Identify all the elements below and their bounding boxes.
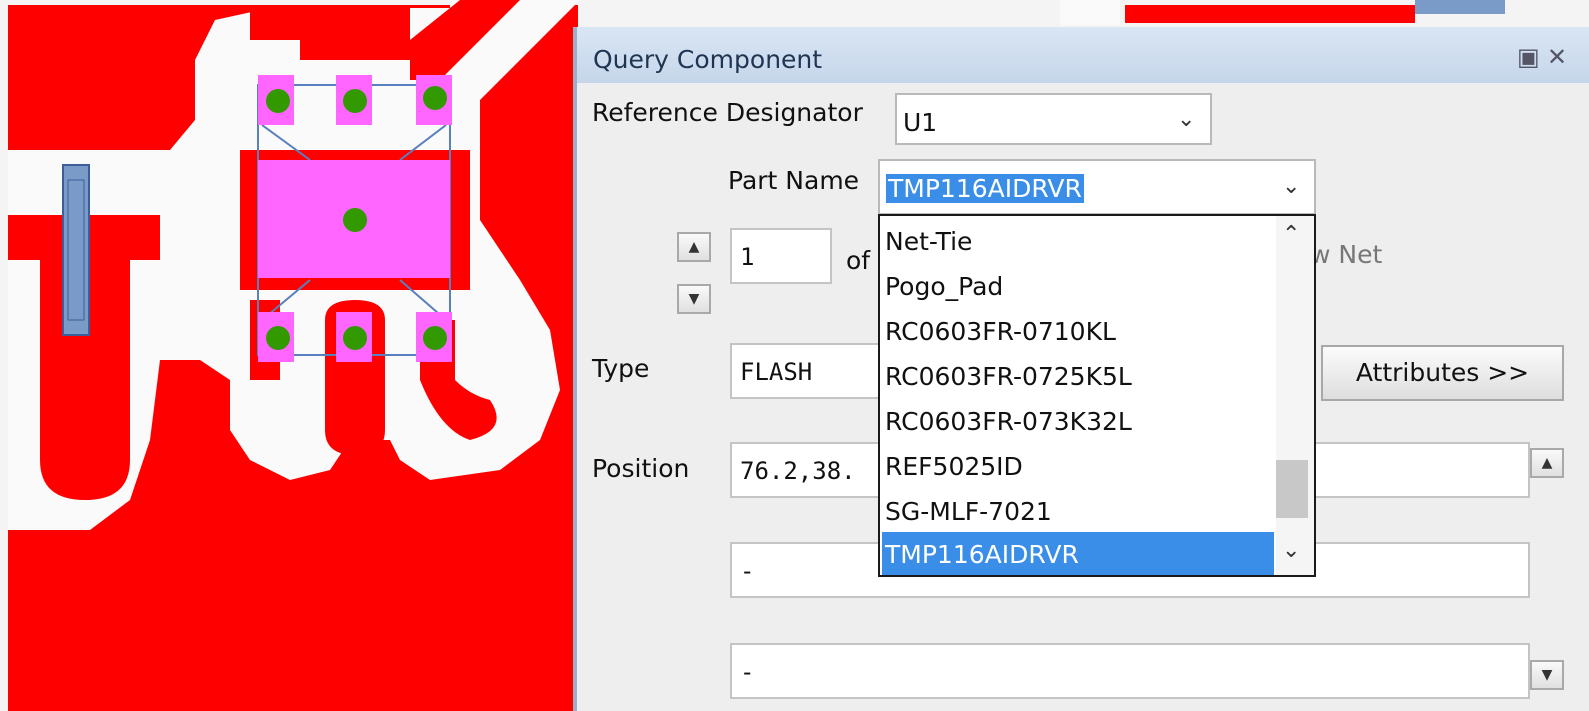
close-icon[interactable]: ✕	[1547, 43, 1567, 71]
dialog-title: Query Component	[593, 45, 823, 74]
dropdown-item-selected[interactable]: TMP116AIDRVR	[882, 532, 1274, 575]
part-name-dropdown[interactable]: Net-Tie Pogo_Pad RC0603FR-0710KL RC0603F…	[878, 214, 1316, 577]
ref-des-value: U1	[903, 108, 938, 137]
type-label: Type	[592, 354, 650, 383]
component-u1[interactable]	[257, 75, 452, 362]
ref-des-label: Reference Designator	[592, 98, 863, 127]
dropdown-item[interactable]: Pogo_Pad	[882, 264, 1274, 309]
index-up-button[interactable]: ▲	[677, 232, 711, 262]
attributes-button[interactable]: Attributes >>	[1321, 345, 1564, 401]
panel-scroll-up-button[interactable]: ▲	[1530, 448, 1564, 478]
dropdown-item[interactable]: Net-Tie	[882, 219, 1274, 264]
dropdown-item[interactable]: RC0603FR-0725K5L	[882, 354, 1274, 399]
position-value: 76.2,38.	[740, 457, 856, 485]
chevron-up-icon[interactable]: ⌃	[1282, 222, 1300, 247]
field-b[interactable]: -	[730, 643, 1530, 699]
field-b-value: -	[740, 658, 755, 686]
part-name-value: TMP116AIDRVR	[886, 174, 1084, 203]
view-net-label[interactable]: w Net	[1310, 240, 1382, 269]
restore-icon[interactable]: ▣	[1517, 43, 1540, 71]
component-left[interactable]	[62, 164, 90, 336]
type-field: FLASH	[730, 343, 880, 399]
chevron-down-icon: ⌄	[1177, 107, 1196, 132]
position-label: Position	[592, 454, 690, 483]
part-name-combo[interactable]: TMP116AIDRVR ⌄	[878, 159, 1316, 215]
part-name-label: Part Name	[728, 166, 860, 195]
chevron-down-icon: ⌄	[1282, 174, 1301, 199]
field-a-value: -	[740, 557, 755, 585]
dropdown-item[interactable]: REF5025ID	[882, 444, 1274, 489]
chevron-down-icon[interactable]: ⌄	[1282, 538, 1300, 563]
panel-scroll-down-button[interactable]: ▼	[1530, 660, 1564, 690]
dropdown-item[interactable]: SG-MLF-7021	[882, 489, 1274, 534]
dropdown-item[interactable]: RC0603FR-0710KL	[882, 309, 1274, 354]
of-label: of	[846, 246, 871, 275]
dropdown-scroll-thumb[interactable]	[1276, 460, 1308, 518]
dropdown-scrollbar[interactable]: ⌃ ⌄	[1276, 216, 1314, 575]
type-value: FLASH	[740, 358, 813, 386]
index-input[interactable]: 1	[730, 228, 832, 284]
dropdown-item[interactable]: RC0603FR-073K32L	[882, 399, 1274, 444]
ref-des-combo[interactable]: U1 ⌄	[895, 93, 1212, 145]
index-value: 1	[740, 243, 755, 271]
index-down-button[interactable]: ▼	[677, 284, 711, 314]
dialog-titlebar[interactable]: Query Component ▣ ✕	[577, 27, 1589, 83]
